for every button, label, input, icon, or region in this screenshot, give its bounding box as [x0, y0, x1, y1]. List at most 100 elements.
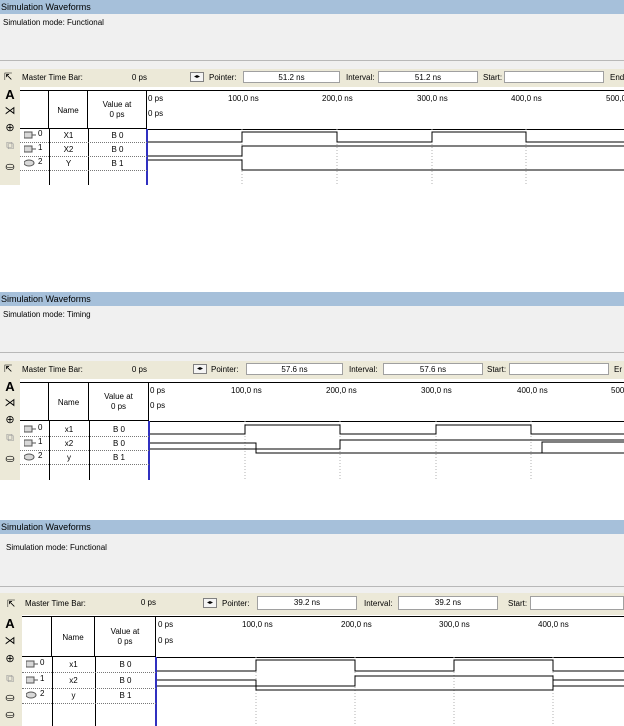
header-name: Name — [49, 383, 89, 421]
find-next-icon[interactable]: ⛀ — [3, 708, 17, 722]
waveform-display[interactable] — [157, 657, 624, 726]
time-bar-arrows-icon[interactable]: ◂▸ — [193, 364, 207, 374]
pointer-value[interactable]: 57.6 ns — [246, 363, 343, 375]
time-label: 500 — [611, 386, 624, 395]
waveform-panel-3: Simulation Waveforms Simulation mode: Fu… — [0, 520, 624, 726]
simulation-mode-text: Simulation mode: Functional — [3, 18, 104, 27]
table-row[interactable]: 0 x1 B 0 — [22, 658, 156, 671]
time-label: 100,0 ns — [231, 386, 262, 395]
text-tool-icon[interactable]: A — [3, 617, 17, 631]
time-label: 200,0 ns — [341, 620, 372, 629]
waveform-display[interactable] — [148, 129, 624, 185]
input-pin-icon — [24, 439, 36, 447]
table-row[interactable]: 1 x2 B 0 — [22, 674, 156, 687]
mode-box: Simulation mode: Timing — [0, 306, 624, 353]
header-name: Name — [49, 91, 88, 129]
interval-value[interactable]: 39.2 ns — [398, 596, 498, 610]
waveform-editing-tool-icon[interactable]: ⋊ — [3, 104, 17, 118]
pointer-value[interactable]: 51.2 ns — [243, 71, 340, 83]
master-time-bar-value[interactable]: 0 ps — [88, 363, 188, 375]
time-axis: 0 ps 100,0 ns 200,0 ns 300,0 ns 400,0 ns… — [156, 617, 624, 658]
end-label: End — [610, 73, 624, 82]
start-value[interactable] — [509, 363, 609, 375]
time-label: 100,0 ns — [228, 94, 259, 103]
zoom-tool-icon[interactable]: ⊕ — [3, 652, 17, 666]
master-time-bar-label: Master Time Bar: — [25, 599, 86, 608]
time-bar-arrows-icon[interactable]: ◂▸ — [203, 598, 217, 608]
full-screen-icon[interactable]: ⧉ — [3, 431, 17, 445]
selection-tool-icon[interactable]: ⇱ — [4, 364, 12, 375]
header-blank — [22, 617, 52, 657]
time-bar: ⇱ Master Time Bar: 0 ps ◂▸ Pointer: 57.6… — [0, 361, 624, 379]
time-label: 200,0 ns — [322, 94, 353, 103]
waveform-editing-tool-icon[interactable]: ⋊ — [3, 396, 17, 410]
table-row[interactable]: 2 Y B 1 — [20, 157, 147, 170]
selection-tool-icon[interactable]: ⇱ — [4, 72, 12, 83]
waveform-y — [150, 442, 624, 454]
start-value[interactable] — [530, 596, 624, 610]
waveform-panel-2: Simulation Waveforms Simulation mode: Ti… — [0, 292, 624, 480]
waveform-x2 — [148, 146, 624, 156]
find-icon[interactable]: ⛀ — [3, 691, 17, 705]
panel-title: Simulation Waveforms — [0, 292, 624, 306]
table-row[interactable]: 1 x2 B 0 — [20, 437, 149, 450]
full-screen-icon[interactable]: ⧉ — [3, 672, 17, 686]
find-icon[interactable]: ⛀ — [3, 452, 17, 466]
waveform-grid: Name Value at 0 ps 0 ps 100,0 ns 200,0 n… — [22, 616, 624, 726]
time-bar: ⇱ Master Time Bar: 0 ps ◂▸ Pointer: 51.2… — [0, 69, 624, 87]
text-tool-icon[interactable]: A — [3, 88, 17, 102]
full-screen-icon[interactable]: ⧉ — [3, 139, 17, 153]
waveform-display[interactable] — [150, 421, 624, 480]
time-axis: 0 ps 100,0 ns 200,0 ns 300,0 ns 400,0 ns… — [147, 91, 624, 130]
time-label: 300,0 ns — [417, 94, 448, 103]
spacer — [0, 353, 624, 361]
time-label: 0 ps — [150, 386, 166, 395]
time-label: 400,0 ns — [511, 94, 542, 103]
zoom-tool-icon[interactable]: ⊕ — [3, 413, 17, 427]
table-row[interactable]: 0 x1 B 0 — [20, 423, 149, 436]
text-tool-icon[interactable]: A — [3, 380, 17, 394]
interval-value[interactable]: 51.2 ns — [378, 71, 478, 83]
cursor-label: 0 ps — [158, 636, 174, 645]
spacer — [0, 61, 624, 69]
master-time-bar-label: Master Time Bar: — [22, 365, 83, 374]
time-axis: 0 ps 100,0 ns 200,0 ns 300,0 ns 400,0 ns… — [149, 383, 624, 422]
selection-tool-icon[interactable]: ⇱ — [7, 599, 15, 610]
header-value-at: Value at 0 ps — [88, 91, 147, 129]
waveform-panel-1: Simulation Waveforms Simulation mode: Fu… — [0, 0, 624, 185]
pointer-value[interactable]: 39.2 ns — [257, 596, 357, 610]
header-blank — [20, 383, 49, 421]
time-label: 0 ps — [158, 620, 174, 629]
waveform-x1 — [157, 659, 624, 672]
interval-label: Interval: — [349, 365, 378, 374]
tool-column: A ⋊ ⊕ ⧉ ⛀ ⛀ — [0, 615, 22, 726]
waveform-editing-tool-icon[interactable]: ⋊ — [3, 634, 17, 648]
master-time-bar-value[interactable]: 0 ps — [92, 596, 202, 608]
mode-box: Simulation mode: Functional — [0, 14, 624, 61]
waveform-grid: Name Value at 0 ps 0 ps 100,0 ns 200,0 n… — [20, 382, 624, 480]
pointer-label: Pointer: — [211, 365, 239, 374]
end-label: Er — [614, 365, 622, 374]
table-row[interactable]: 2 y B 1 — [22, 689, 156, 702]
table-row[interactable]: 1 X2 B 0 — [20, 143, 147, 156]
panel-title: Simulation Waveforms — [0, 520, 624, 534]
waveform-x2 — [157, 675, 624, 687]
table-row[interactable]: 0 X1 B 0 — [20, 129, 147, 142]
interval-value[interactable]: 57.6 ns — [383, 363, 483, 375]
time-bar: ⇱ Master Time Bar: 0 ps ◂▸ Pointer: 39.2… — [0, 593, 624, 615]
interval-label: Interval: — [364, 599, 393, 608]
pointer-label: Pointer: — [222, 599, 250, 608]
table-row[interactable]: 2 y B 1 — [20, 451, 149, 464]
waveform-x2 — [150, 439, 624, 450]
zoom-tool-icon[interactable]: ⊕ — [3, 121, 17, 135]
waveform-x1 — [150, 424, 624, 435]
output-pin-icon — [24, 159, 35, 167]
time-bar-arrows-icon[interactable]: ◂▸ — [190, 72, 204, 82]
output-pin-icon — [24, 453, 35, 461]
find-icon[interactable]: ⛀ — [3, 160, 17, 174]
waveform-y — [157, 679, 624, 691]
start-label: Start: — [487, 365, 507, 374]
start-value[interactable] — [504, 71, 604, 83]
master-time-bar-value[interactable]: 0 ps — [88, 71, 188, 83]
time-label: 300,0 ns — [421, 386, 452, 395]
